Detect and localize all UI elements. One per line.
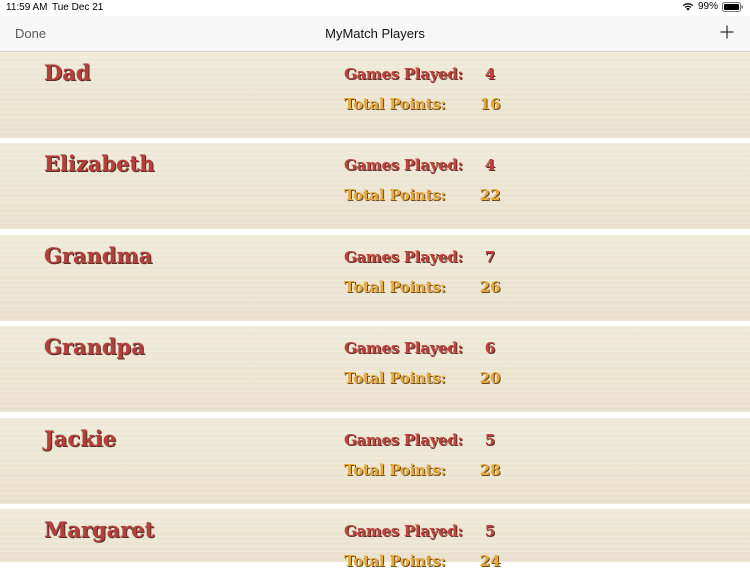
player-name: Margaret xyxy=(44,517,155,542)
games-played-label: Games Played: xyxy=(344,65,463,83)
total-points-value: 24 xyxy=(479,552,501,570)
status-bar: 11:59 AM Tue Dec 21 99% xyxy=(0,0,750,16)
player-row[interactable]: Margaret Games Played: 5 Total Points: 2… xyxy=(0,509,750,570)
battery-percent: 99% xyxy=(697,1,718,12)
status-date: Tue Dec 21 xyxy=(52,2,104,13)
player-name: Grandpa xyxy=(44,334,145,359)
player-row[interactable]: Jackie Games Played: 5 Total Points: 28 xyxy=(0,418,750,504)
games-played-value: 6 xyxy=(484,339,496,357)
games-played-value: 5 xyxy=(484,522,496,540)
total-points-value: 20 xyxy=(479,369,501,387)
plus-icon[interactable] xyxy=(720,25,734,39)
player-name: Dad xyxy=(44,60,91,85)
navigation-bar: Done MyMatch Players xyxy=(0,16,750,52)
total-points-label: Total Points: xyxy=(344,278,446,296)
player-row[interactable]: Grandpa Games Played: 6 Total Points: 20 xyxy=(0,326,750,412)
games-played-label: Games Played: xyxy=(344,156,463,174)
battery-icon xyxy=(722,1,744,12)
player-row[interactable]: Elizabeth Games Played: 4 Total Points: … xyxy=(0,143,750,229)
games-played-label: Games Played: xyxy=(344,431,463,449)
status-right: 99% xyxy=(682,1,744,12)
player-row[interactable]: Dad Games Played: 4 Total Points: 16 xyxy=(0,52,750,138)
total-points-value: 26 xyxy=(479,278,501,296)
wifi-icon xyxy=(682,2,694,11)
games-played-label: Games Played: xyxy=(344,522,463,540)
page-title: MyMatch Players xyxy=(325,26,425,41)
total-points-label: Total Points: xyxy=(344,461,446,479)
status-time: 11:59 AM xyxy=(6,2,48,13)
games-played-value: 5 xyxy=(484,431,496,449)
total-points-label: Total Points: xyxy=(344,552,446,570)
games-played-value: 4 xyxy=(484,65,496,83)
total-points-label: Total Points: xyxy=(344,369,446,387)
games-played-label: Games Played: xyxy=(344,248,463,266)
player-name: Elizabeth xyxy=(44,151,155,176)
player-row[interactable]: Grandma Games Played: 7 Total Points: 26 xyxy=(0,235,750,321)
player-name: Grandma xyxy=(44,243,153,268)
total-points-label: Total Points: xyxy=(344,95,446,113)
total-points-value: 28 xyxy=(479,461,501,479)
total-points-value: 22 xyxy=(479,186,501,204)
total-points-value: 16 xyxy=(479,95,501,113)
player-name: Jackie xyxy=(44,426,117,451)
games-played-label: Games Played: xyxy=(344,339,463,357)
games-played-value: 4 xyxy=(484,156,496,174)
total-points-label: Total Points: xyxy=(344,186,446,204)
games-played-value: 7 xyxy=(484,248,496,266)
